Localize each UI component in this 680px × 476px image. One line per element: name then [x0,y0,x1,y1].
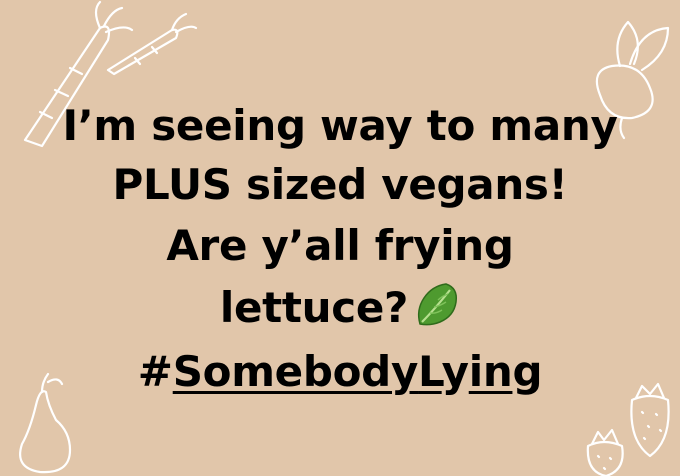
hashtag-part-g: g [512,347,543,396]
post-line-2: PLUS sized vegans! [112,160,568,209]
hashtag-part-l: L [418,347,442,396]
hashtag-part-y: y [441,347,469,396]
leafy-green-icon [412,280,460,344]
hashtag-part-in: in [468,347,513,396]
hashtag-symbol: # [137,347,173,396]
post-card: I’m seeing way to many PLUS sized vegans… [0,0,680,476]
carrot-small-icon [106,12,198,76]
post-line-4: lettuce? [0,278,680,344]
hashtag-part-somebody: Somebody [172,347,419,396]
post-line-3: Are y’all frying [166,221,514,270]
hashtag[interactable]: #SomebodyLying [0,342,680,402]
post-line-1: I’m seeing way to many [62,101,618,150]
post-line-4-text: lettuce? [219,283,409,332]
